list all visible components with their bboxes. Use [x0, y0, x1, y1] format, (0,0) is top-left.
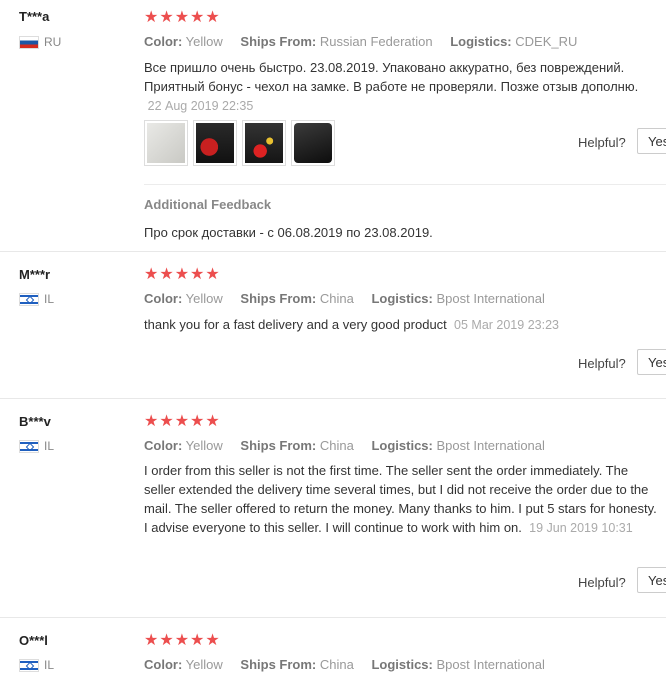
- helpful-yes-button[interactable]: Yes: [637, 128, 666, 154]
- logistics-value: CDEK_RU: [515, 34, 578, 49]
- review-date: 05 Mar 2019 23:23: [454, 318, 559, 332]
- review-body: thank you for a fast delivery and a very…: [144, 317, 447, 332]
- review-date: 22 Aug 2019 22:35: [147, 99, 254, 113]
- flag-ru-icon: [19, 35, 39, 49]
- ships-from-label: Ships From:: [240, 34, 317, 49]
- color-value: Yellow: [185, 34, 223, 49]
- review-meta: Color: Yellow Ships From: China Logistic…: [144, 657, 559, 672]
- review-body: Все пришло очень быстро. 23.08.2019. Упа…: [144, 60, 639, 94]
- review-separator: [0, 251, 666, 252]
- logistics-label: Logistics:: [371, 438, 433, 453]
- review-date: 19 Jun 2019 10:31: [529, 521, 633, 535]
- flag-il-icon: [19, 292, 39, 306]
- review-photo[interactable]: [242, 120, 286, 166]
- reviewer-name: O***l: [19, 633, 48, 648]
- ships-from-value: China: [319, 657, 354, 672]
- country-code: IL: [44, 292, 55, 306]
- logistics-value: Bpost International: [436, 438, 545, 453]
- review-meta: Color: Yellow Ships From: Russian Federa…: [144, 34, 591, 49]
- review-text: Все пришло очень быстро. 23.08.2019. Упа…: [144, 58, 660, 116]
- review-photo[interactable]: [193, 120, 237, 166]
- ships-from-label: Ships From:: [240, 291, 317, 306]
- ships-from-label: Ships From:: [240, 657, 317, 672]
- color-value: Yellow: [185, 291, 223, 306]
- helpful-label: Helpful?: [578, 356, 626, 371]
- rating-stars: ★★★★★: [144, 266, 221, 283]
- logistics-label: Logistics:: [371, 291, 433, 306]
- helpful-label: Helpful?: [578, 575, 626, 590]
- reviewer-country: IL: [19, 439, 54, 453]
- review-photo[interactable]: [291, 120, 335, 166]
- review-photo[interactable]: [144, 120, 188, 166]
- ships-from-label: Ships From:: [240, 438, 317, 453]
- country-code: RU: [44, 35, 62, 49]
- ships-from-value: China: [319, 438, 354, 453]
- review-meta: Color: Yellow Ships From: China Logistic…: [144, 291, 559, 306]
- rating-stars: ★★★★★: [144, 632, 221, 649]
- additional-feedback-title: Additional Feedback: [144, 197, 272, 212]
- color-label: Color:: [144, 438, 183, 453]
- logistics-value: Bpost International: [436, 291, 545, 306]
- reviewer-name: T***a: [19, 9, 50, 24]
- logistics-label: Logistics:: [450, 34, 512, 49]
- review-text: thank you for a fast delivery and a very…: [144, 315, 660, 335]
- divider: [144, 184, 666, 185]
- color-label: Color:: [144, 291, 183, 306]
- color-label: Color:: [144, 657, 183, 672]
- logistics-label: Logistics:: [371, 657, 433, 672]
- review-meta: Color: Yellow Ships From: China Logistic…: [144, 438, 559, 453]
- logistics-value: Bpost International: [436, 657, 545, 672]
- color-value: Yellow: [185, 657, 223, 672]
- flag-il-icon: [19, 658, 39, 672]
- ships-from-value: China: [319, 291, 354, 306]
- rating-stars: ★★★★★: [144, 9, 221, 26]
- review-separator: [0, 617, 666, 618]
- country-code: IL: [44, 658, 55, 672]
- color-value: Yellow: [185, 438, 223, 453]
- helpful-yes-button[interactable]: Yes: [637, 567, 666, 593]
- flag-il-icon: [19, 439, 39, 453]
- reviewer-name: M***r: [19, 267, 51, 282]
- reviewer-country: IL: [19, 292, 54, 306]
- reviewer-country: RU: [19, 35, 61, 49]
- additional-feedback-text: Про срок доставки - с 06.08.2019 по 23.0…: [144, 225, 433, 240]
- ships-from-value: Russian Federation: [319, 34, 433, 49]
- reviewer-country: IL: [19, 658, 54, 672]
- helpful-yes-button[interactable]: Yes: [637, 349, 666, 375]
- review-separator: [0, 398, 666, 399]
- rating-stars: ★★★★★: [144, 413, 221, 430]
- color-label: Color:: [144, 34, 183, 49]
- country-code: IL: [44, 439, 55, 453]
- review-text: I order from this seller is not the firs…: [144, 461, 660, 538]
- reviewer-name: B***v: [19, 414, 51, 429]
- review-photos: [144, 120, 335, 166]
- helpful-label: Helpful?: [578, 135, 626, 150]
